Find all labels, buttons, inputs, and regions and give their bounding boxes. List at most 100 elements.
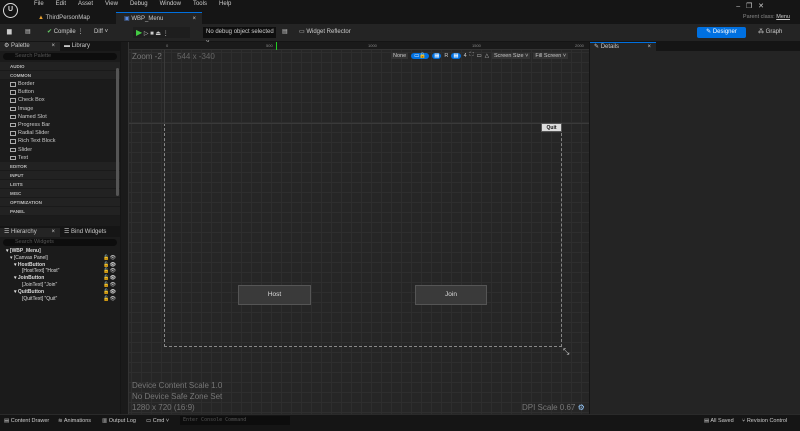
category-lists[interactable]: LISTS (0, 179, 120, 189)
stop-icon[interactable]: ■ (150, 31, 154, 37)
unreal-logo-icon[interactable]: U (3, 3, 18, 18)
palette-scrollbar[interactable] (116, 68, 119, 196)
dpi-settings-icon[interactable]: ⚙ (578, 403, 585, 412)
tree-row-quit-button[interactable]: ▾ QuitButton 🔓👁 (0, 289, 120, 296)
resize-handle-icon[interactable]: ⤡ (563, 347, 569, 357)
tree-row-root[interactable]: ▾ [WBP_Menu] (0, 248, 120, 255)
category-common[interactable]: COMMON (0, 71, 120, 80)
palette-item-image[interactable]: Image (0, 105, 120, 113)
lock-toggle-icon[interactable]: ▭🔒 (411, 52, 430, 59)
palette-search-wrap: Search Palette (0, 51, 120, 62)
details-tab[interactable]: ✎ Details × (590, 42, 656, 51)
eject-icon[interactable]: ⏏ (155, 31, 161, 37)
step-icon[interactable]: ▷ (144, 31, 149, 37)
category-audio[interactable]: AUDIO (0, 62, 120, 71)
all-saved-button[interactable]: ▤ All Saved (704, 418, 734, 424)
content-drawer-button[interactable]: ▤ Content Drawer (4, 418, 49, 424)
tree-row-host-button[interactable]: ▾ HostButton 🔓👁 (0, 262, 120, 269)
lock-visibility-icons[interactable]: 🔓👁 (103, 289, 116, 296)
hierarchy-tab[interactable]: ☰ Hierarchy × (0, 228, 60, 237)
host-button[interactable]: Host (238, 285, 311, 305)
grid-size[interactable]: 4 (464, 53, 467, 59)
revision-control-button[interactable]: ⑂ Revision Control (742, 418, 787, 424)
join-button[interactable]: Join (415, 285, 487, 305)
quit-button[interactable]: Quit (541, 123, 562, 132)
palette-search-input[interactable]: Search Palette (3, 53, 117, 60)
ruler-label: 0 (166, 43, 169, 48)
lock-visibility-icons[interactable]: 🔓👁 (103, 275, 116, 282)
close-window-icon[interactable]: ✕ (758, 3, 764, 10)
category-input[interactable]: INPUT (0, 170, 120, 180)
canvas-panel-bounds[interactable] (164, 123, 562, 347)
menu-debug[interactable]: Debug (124, 1, 154, 7)
designer-button[interactable]: ✎ Designer (697, 27, 746, 38)
palette-item-rich-text-block[interactable]: Rich Text Block (0, 137, 120, 145)
output-log-button[interactable]: ▥ Output Log (102, 418, 136, 424)
menu-view[interactable]: View (99, 1, 124, 7)
play-controls: ▶ ▷ ■ ⏏ ⋮ (133, 27, 190, 38)
tree-row-join-button[interactable]: ▾ JoinButton 🔓👁 (0, 275, 120, 282)
minimize-icon[interactable]: – (736, 3, 740, 10)
compile-button[interactable]: ✔ Compile ⋮ (47, 27, 83, 38)
zoom-fit-icon[interactable]: ⛶ (470, 52, 474, 59)
layout-toggle-icon[interactable]: ▦ (432, 52, 442, 59)
tab-thirdpersonmap[interactable]: ▲ ThirdPersonMap (30, 12, 115, 24)
diff-button[interactable]: Diff ˅ (94, 27, 108, 38)
play-icon[interactable]: ▶ (136, 28, 142, 37)
palette-item-named-slot[interactable]: Named Slot (0, 113, 120, 121)
palette-item-slider[interactable]: Slider (0, 146, 120, 154)
safe-zone-icon[interactable]: ▭ (477, 53, 482, 59)
menu-asset[interactable]: Asset (72, 1, 99, 7)
palette-item-checkbox[interactable]: Check Box (0, 96, 120, 104)
category-optimization[interactable]: OPTIMIZATION (0, 197, 120, 207)
screen-size-dropdown[interactable]: Screen Size ˅ (491, 52, 531, 59)
palette-item-progress-bar[interactable]: Progress Bar (0, 121, 120, 129)
save-icon[interactable]: ▆ (7, 27, 12, 38)
menu-edit[interactable]: Edit (50, 1, 72, 7)
fill-screen-dropdown[interactable]: Fill Screen ˅ (533, 52, 569, 59)
flip-icon[interactable]: △ (485, 53, 489, 59)
debug-object-select[interactable]: No debug object selected ˅ (203, 27, 276, 46)
lock-visibility-icons[interactable]: 🔓👁 (103, 282, 116, 289)
browse-icon[interactable]: ▤ (25, 27, 31, 38)
cmd-dropdown[interactable]: ▭ Cmd ˅ (146, 418, 169, 424)
menu-tools[interactable]: Tools (187, 1, 213, 7)
restore-icon[interactable]: ❐ (746, 3, 752, 10)
none-toggle[interactable]: None (391, 52, 409, 59)
close-palette-icon[interactable]: × (51, 42, 55, 51)
bind-widgets-tab[interactable]: ☰ Bind Widgets (60, 228, 106, 237)
close-hierarchy-icon[interactable]: × (51, 228, 55, 237)
library-tab[interactable]: ▬ Library (60, 42, 90, 51)
tree-row-host-text[interactable]: [HostText] "Host" 🔓👁 (0, 268, 120, 275)
viewport-toolbar: None ▭🔒 ▦ R ▦ 4 ⛶ ▭ △ Screen Size ˅ Fill… (391, 52, 569, 59)
tree-row-quit-text[interactable]: [QuitText] "Quit" 🔓👁 (0, 296, 120, 303)
compile-check-icon: ✔ (47, 29, 53, 35)
palette-item-button[interactable]: Button (0, 88, 120, 96)
console-input[interactable]: Enter Console Command (180, 416, 290, 425)
close-details-icon[interactable]: × (647, 43, 651, 52)
lock-visibility-icons[interactable]: 🔓👁 (103, 296, 116, 303)
parent-class-link[interactable]: Menu (776, 14, 790, 20)
menu-help[interactable]: Help (213, 1, 237, 7)
debug-browse-icon[interactable]: ▤ (282, 27, 288, 38)
respect-locks-toggle[interactable]: R (444, 53, 448, 59)
animations-button[interactable]: ≋ Animations (58, 418, 91, 424)
widget-reflector-button[interactable]: ▭ Widget Reflector (299, 27, 351, 38)
category-panel[interactable]: PANEL (0, 206, 120, 216)
tree-row-join-text[interactable]: [JoinText] "Join" 🔓👁 (0, 282, 120, 289)
hierarchy-search-input[interactable]: Search Widgets (3, 239, 117, 246)
palette-item-radial-slider[interactable]: Radial Slider (0, 129, 120, 137)
menu-file[interactable]: File (28, 1, 50, 7)
palette-tab[interactable]: ⚙ Palette × (0, 42, 60, 51)
graph-button[interactable]: ⁂ Graph (758, 27, 782, 38)
category-editor[interactable]: EDITOR (0, 161, 120, 171)
palette-item-border[interactable]: Border (0, 80, 120, 88)
palette-item-text[interactable]: Text (0, 154, 120, 162)
image-icon (10, 106, 16, 112)
tree-row-canvas-panel[interactable]: ▾ [Canvas Panel] 🔓👁 (0, 255, 120, 262)
grid-snap-icon[interactable]: ▦ (451, 52, 461, 59)
tab-wbp-menu[interactable]: ▣ WBP_Menu × (116, 12, 202, 24)
menu-window[interactable]: Window (154, 1, 187, 7)
category-misc[interactable]: MISC (0, 188, 120, 198)
lock-visibility-icons[interactable]: 🔓👁 (103, 255, 116, 262)
